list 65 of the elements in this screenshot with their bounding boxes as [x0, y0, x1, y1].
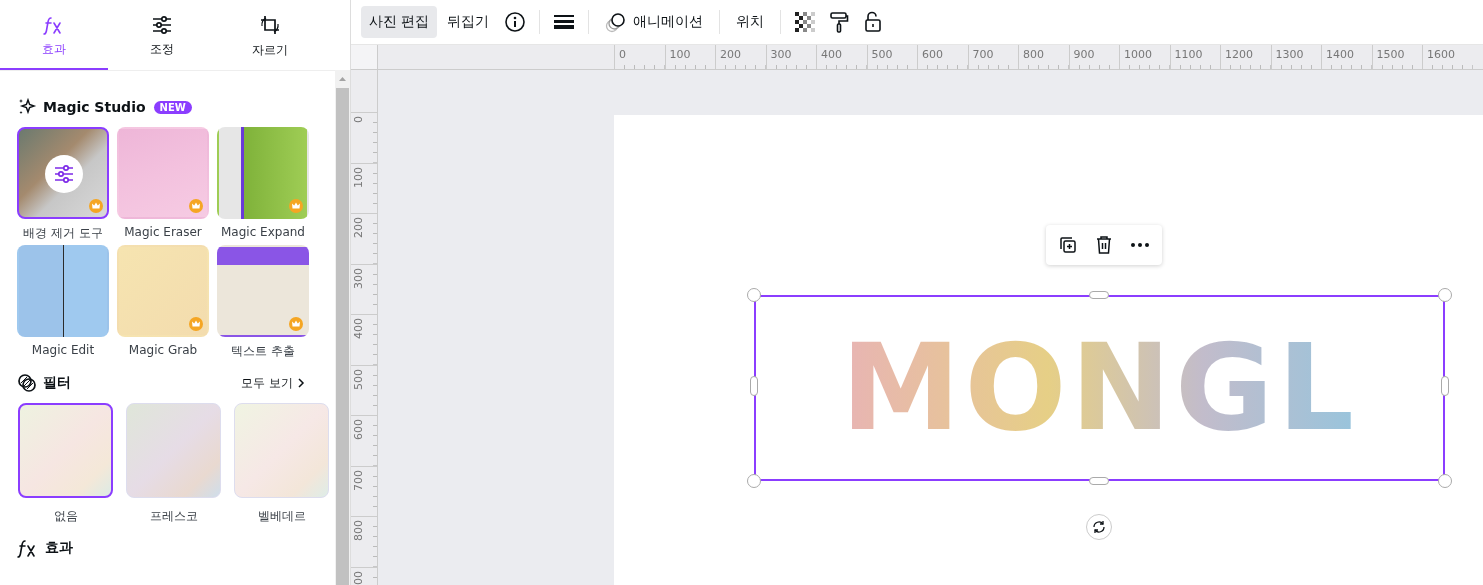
ruler-label: 800	[1023, 48, 1044, 61]
ruler-label: 1400	[1326, 48, 1354, 61]
ruler-label: 1500	[1376, 48, 1405, 61]
resize-handle[interactable]	[1438, 288, 1452, 302]
ruler-label: 1000	[1124, 48, 1152, 61]
section-title: Magic Studio	[43, 99, 146, 115]
ruler-label: 1200	[1225, 48, 1253, 61]
toolbar-button[interactable]: 사진 편집	[361, 6, 438, 38]
section-title: 효과	[45, 539, 73, 557]
section-title: 필터	[43, 374, 71, 392]
ruler-label: 600	[352, 419, 365, 440]
panel-tab[interactable]: 효과	[0, 0, 108, 70]
sliders-icon	[151, 14, 173, 35]
ruler-label: 700	[972, 48, 994, 61]
resize-handle[interactable]	[747, 288, 761, 302]
toolbar-button[interactable]: 뒤집기	[439, 6, 498, 38]
magic-tool[interactable]: Magic Edit	[17, 245, 109, 359]
ruler-label: 100	[352, 166, 365, 188]
ruler-label: 300	[352, 267, 365, 289]
ruler-label: 500	[871, 48, 893, 61]
ruler-label: 200	[720, 48, 741, 61]
resize-handle[interactable]	[747, 474, 761, 488]
circles-icon	[605, 11, 628, 33]
ruler-label: 700	[352, 469, 365, 491]
ruler-label: 100	[669, 48, 691, 61]
ruler-label: 400	[821, 48, 842, 61]
ruler-label: 0	[352, 116, 365, 123]
sliders-icon	[53, 164, 75, 184]
new-badge: NEW	[153, 100, 192, 114]
rotate-icon[interactable]	[1086, 514, 1112, 540]
ruler-label: 00	[352, 570, 365, 585]
filter-option[interactable]: 없음	[17, 403, 114, 524]
filter-option[interactable]: 프레스코	[125, 403, 222, 524]
see-all-link[interactable]: 모두 보기	[241, 374, 305, 392]
ruler-label: 1100	[1174, 48, 1203, 61]
ruler-label: 400	[352, 318, 365, 339]
filter-option[interactable]: 벨베데르	[233, 403, 330, 524]
magic-tool[interactable]: Magic Grab	[117, 245, 209, 359]
resize-handle[interactable]	[1438, 474, 1452, 488]
resize-handle[interactable]	[1089, 477, 1109, 485]
chevron-right-icon	[297, 377, 305, 389]
ruler-label: 0	[619, 48, 626, 61]
position-button[interactable]: 위치	[728, 6, 773, 38]
magic-tool[interactable]: 배경 제거 도구	[17, 127, 109, 241]
magic-tool[interactable]: 텍스트 추출	[217, 245, 309, 359]
animate-button[interactable]: 애니메이션	[597, 6, 712, 38]
panel-tab[interactable]: 조정	[108, 0, 216, 70]
ruler-label: 1600	[1427, 48, 1455, 61]
ruler-label: 600	[922, 48, 943, 61]
resize-handle[interactable]	[750, 376, 758, 396]
magic-tool[interactable]: Magic Eraser	[117, 127, 209, 241]
resize-handle[interactable]	[1089, 291, 1109, 299]
ruler-label: 900	[1073, 48, 1095, 61]
ruler-label: 200	[352, 217, 365, 238]
ruler-label: 300	[770, 48, 792, 61]
resize-handle[interactable]	[1441, 376, 1449, 396]
magic-tool[interactable]: Magic Expand	[217, 127, 309, 241]
scroll-up-icon[interactable]	[335, 70, 350, 88]
scrollbar-thumb[interactable]	[335, 88, 350, 585]
panel-tab[interactable]: 자르기	[216, 0, 324, 70]
ruler-label: 1300	[1275, 48, 1304, 61]
ruler-label: 500	[352, 368, 365, 390]
filter-icon	[17, 373, 37, 393]
crop-icon	[259, 13, 281, 36]
ruler-label: 800	[352, 520, 365, 541]
